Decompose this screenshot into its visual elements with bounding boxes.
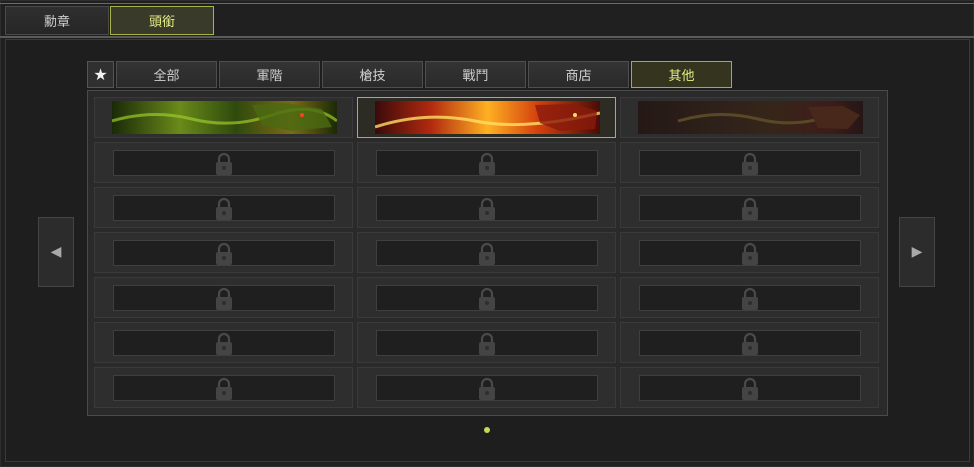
title-grid-container [87,90,888,416]
lock-icon [476,152,498,176]
next-page-button[interactable]: ▶ [899,217,935,287]
locked-title-slot[interactable] [620,322,879,363]
lock-icon [476,332,498,356]
tab-medals[interactable]: 勳章 [5,6,109,35]
star-icon: ★ [93,65,108,84]
locked-title-slot[interactable] [357,367,616,408]
lock-icon [213,197,235,221]
lock-icon [739,197,761,221]
locked-title-slot[interactable] [94,232,353,273]
lock-icon [476,197,498,221]
title-slot-fire-dragon-banner[interactable] [357,97,616,138]
page-indicator-dot[interactable] [484,427,490,433]
lock-icon [213,377,235,401]
lock-icon [213,242,235,266]
locked-title-slot[interactable] [94,142,353,183]
lock-icon [476,377,498,401]
locked-title-slot[interactable] [357,322,616,363]
main-tab-bar: 勳章 頭銜 [5,6,214,36]
locked-title-slot[interactable] [620,142,879,183]
left-arrow-icon: ◀ [50,244,62,260]
tab-shop[interactable]: 商店 [528,61,629,88]
prev-page-button[interactable]: ◀ [38,217,74,287]
tab-other[interactable]: 其他 [631,61,732,88]
lock-icon [739,242,761,266]
locked-title-slot[interactable] [620,367,879,408]
title-slot-golden-dragon-banner[interactable] [620,97,879,138]
locked-title-slot[interactable] [94,277,353,318]
favorites-star-button[interactable]: ★ [87,61,114,88]
locked-title-slot[interactable] [357,187,616,228]
right-arrow-icon: ▶ [911,244,923,260]
locked-title-slot[interactable] [620,277,879,318]
lock-icon [739,377,761,401]
tab-titles[interactable]: 頭銜 [110,6,214,35]
title-banner-image [638,101,863,134]
tab-rank[interactable]: 軍階 [219,61,320,88]
lock-icon [476,242,498,266]
tab-all[interactable]: 全部 [116,61,217,88]
title-banner-image [112,101,337,134]
locked-title-slot[interactable] [94,187,353,228]
lock-icon [739,287,761,311]
lock-icon [739,152,761,176]
locked-title-slot[interactable] [620,187,879,228]
tab-gun-skill[interactable]: 槍技 [322,61,423,88]
locked-title-slot[interactable] [620,232,879,273]
title-grid [94,97,882,411]
lock-icon [213,287,235,311]
locked-title-slot[interactable] [94,322,353,363]
category-tab-bar: ★ 全部 軍階 槍技 戰鬥 商店 其他 [87,61,732,89]
window-top-edge [0,3,974,4]
locked-title-slot[interactable] [357,142,616,183]
locked-title-slot[interactable] [94,367,353,408]
lock-icon [476,287,498,311]
lock-icon [213,332,235,356]
lock-icon [739,332,761,356]
lock-icon [213,152,235,176]
tab-battle[interactable]: 戰鬥 [425,61,526,88]
title-banner-image [375,101,600,134]
title-slot-green-dragon-banner[interactable] [94,97,353,138]
locked-title-slot[interactable] [357,232,616,273]
tab-divider [0,36,974,38]
locked-title-slot[interactable] [357,277,616,318]
